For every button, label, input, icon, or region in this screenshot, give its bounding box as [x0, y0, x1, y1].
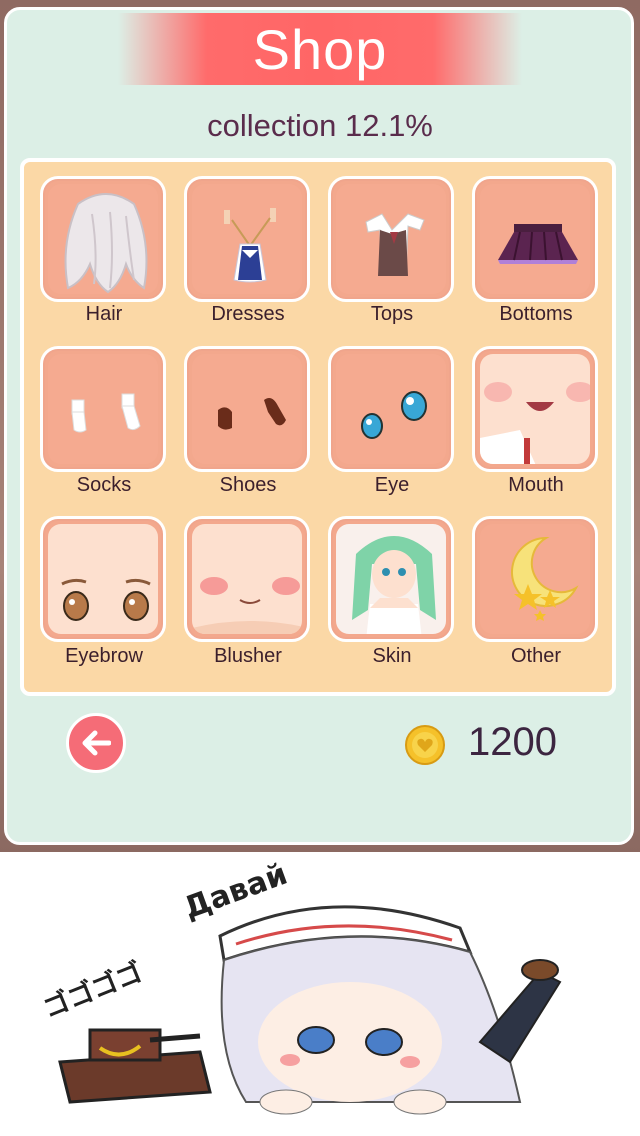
collection-progress: collection 12.1%: [207, 108, 433, 143]
category-label: Eyebrow: [65, 645, 143, 667]
coin-icon: [405, 725, 445, 765]
category-tile-eye[interactable]: [328, 346, 454, 472]
category-tile-socks[interactable]: [40, 346, 166, 472]
eyebrow-icon: [61, 578, 151, 621]
top-icon: [365, 213, 425, 276]
coin-balance: 1200: [468, 720, 557, 764]
category-label: Shoes: [219, 474, 277, 496]
category-label: Eye: [374, 474, 410, 496]
category-tile-dresses[interactable]: [184, 176, 310, 302]
page-title: Shop: [252, 17, 388, 81]
category-label: Tops: [370, 303, 414, 325]
arrow-left-icon: [82, 730, 111, 756]
category-tile-shoes[interactable]: [184, 346, 310, 472]
category-label: Hair: [85, 303, 123, 325]
category-tile-hair[interactable]: [40, 176, 166, 302]
category-label: Other: [510, 645, 562, 667]
category-tile-blusher[interactable]: [184, 516, 310, 642]
category-label: Bottoms: [499, 303, 573, 325]
category-tile-eyebrow[interactable]: [40, 516, 166, 642]
category-tile-skin[interactable]: [328, 516, 454, 642]
category-tile-bottoms[interactable]: [472, 176, 598, 302]
eyes-icon: [361, 391, 427, 439]
socks-icon: [71, 393, 141, 433]
dress-icon: [224, 208, 276, 283]
skin-icon: [352, 536, 436, 634]
category-tile-other[interactable]: [472, 516, 598, 642]
category-label: Skin: [372, 645, 412, 667]
category-label: Blusher: [214, 645, 282, 667]
category-label: Socks: [76, 474, 132, 496]
mouth-icon: [480, 382, 590, 464]
moon-stars-icon: [511, 536, 579, 621]
shoes-icon: [218, 398, 286, 430]
category-label: Dresses: [211, 303, 285, 325]
skirt-icon: [498, 224, 578, 264]
back-button[interactable]: [66, 713, 126, 773]
blusher-icon: [192, 577, 302, 634]
hair-icon: [64, 193, 148, 294]
category-tile-tops[interactable]: [328, 176, 454, 302]
title-banner: Shop: [118, 13, 522, 85]
chibi-sticker-image: Давай ゴゴゴゴ: [0, 852, 640, 1136]
category-label: Mouth: [508, 474, 564, 496]
category-tile-mouth[interactable]: [472, 346, 598, 472]
